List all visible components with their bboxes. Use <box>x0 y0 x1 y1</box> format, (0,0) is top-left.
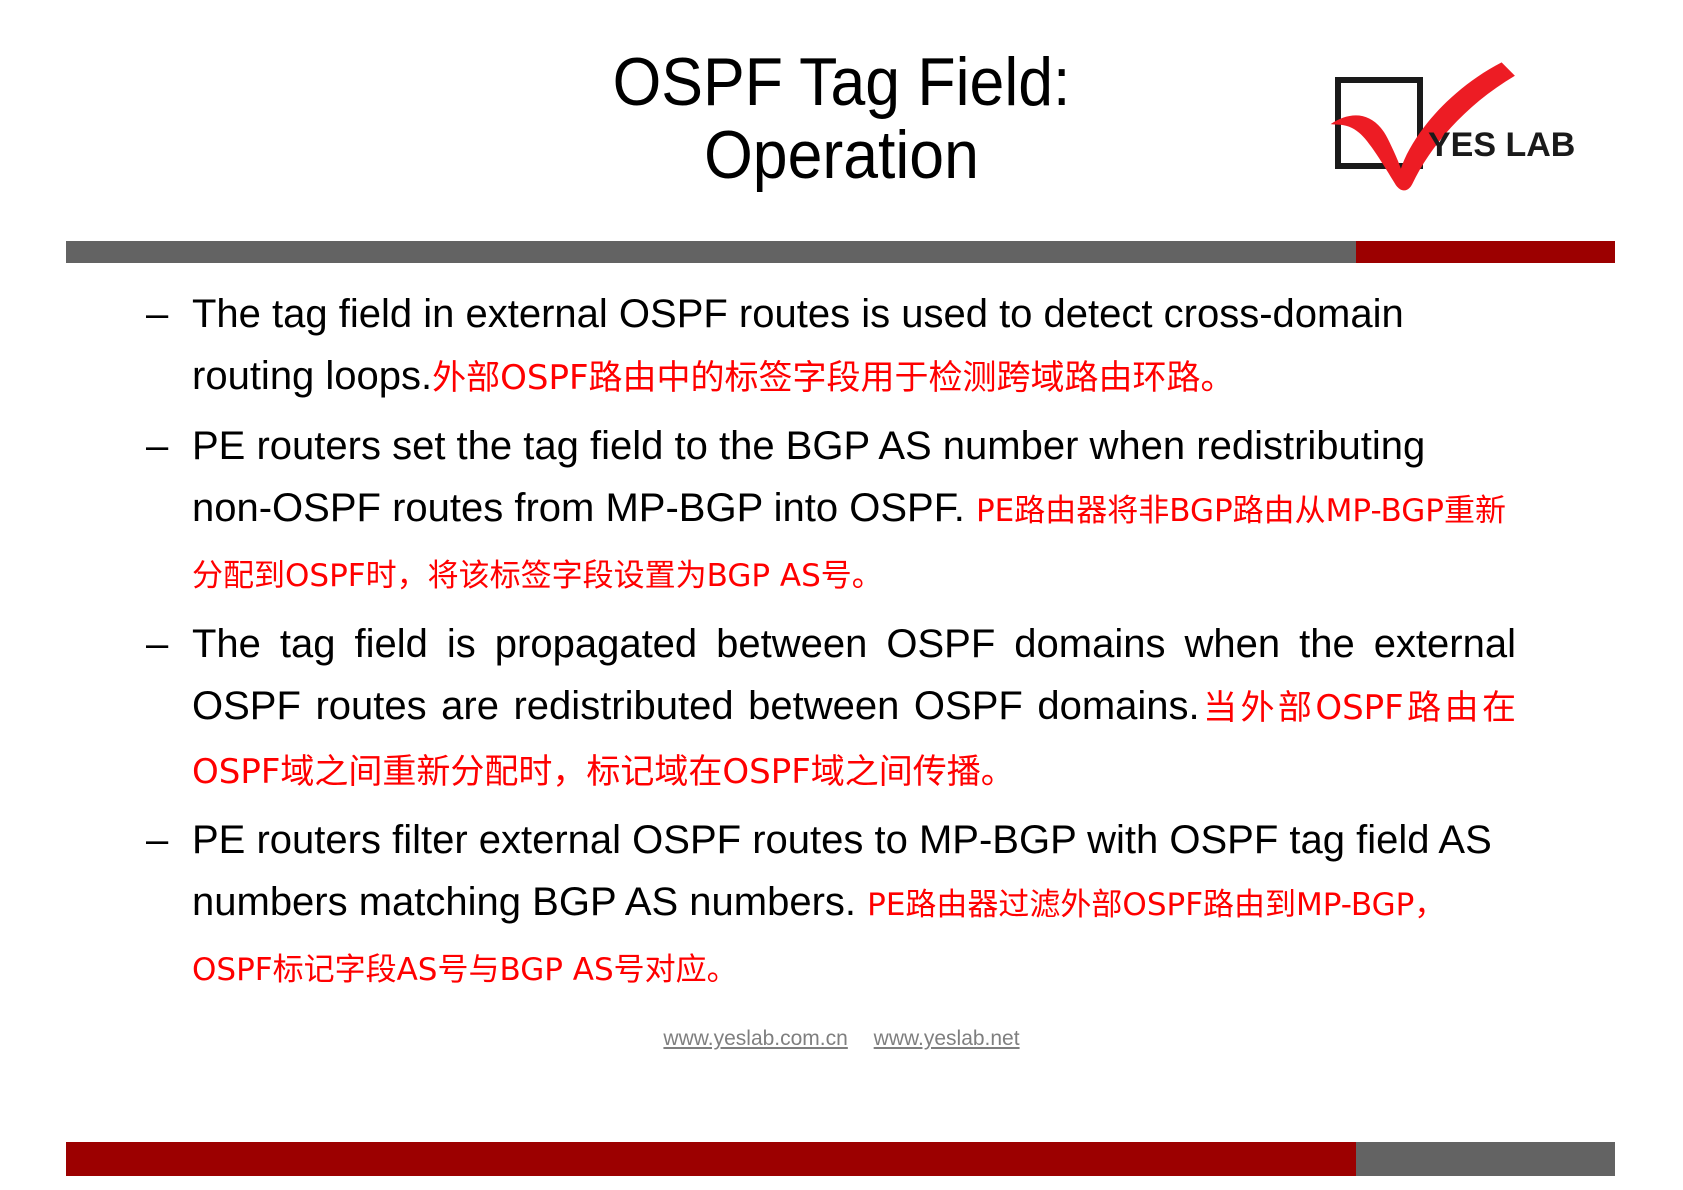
footer-divider-red <box>66 1142 1356 1176</box>
bullet-text: The tag field is propagated between OSPF… <box>192 613 1516 803</box>
bullet-marker: – <box>146 622 169 666</box>
bullet-item-3: – The tag field is propagated between OS… <box>146 613 1516 803</box>
footer-divider <box>66 1142 1615 1176</box>
bullet-item-2: – PE routers set the tag field to the BG… <box>146 415 1516 607</box>
bullet-marker: – <box>146 818 169 862</box>
bullet-item-4: – PE routers filter external OSPF routes… <box>146 809 1516 1001</box>
bullet-text: PE routers filter external OSPF routes t… <box>192 809 1516 1001</box>
header-divider-red <box>1356 241 1615 263</box>
logo-text: YES LAB <box>1428 126 1575 164</box>
footer-divider-gray <box>1356 1142 1615 1176</box>
footer-link-yeslab-net[interactable]: www.yeslab.net <box>874 1027 1020 1050</box>
yes-lab-logo: YES LAB <box>1320 58 1620 233</box>
bullet-text-cn: 外部OSPF路由中的标签字段用于检测跨域路由环路。 <box>432 358 1235 398</box>
footer-links: www.yeslab.com.cn www.yeslab.net <box>0 1027 1683 1051</box>
bullet-marker: – <box>146 292 169 336</box>
bullet-text: PE routers set the tag field to the BGP … <box>192 415 1516 607</box>
header-divider-gray <box>66 241 1356 263</box>
footer-link-yeslab-com-cn[interactable]: www.yeslab.com.cn <box>663 1027 847 1050</box>
bullet-item-1: – The tag field in external OSPF routes … <box>146 283 1516 409</box>
bullet-text: The tag field in external OSPF routes is… <box>192 283 1516 409</box>
bullet-marker: – <box>146 424 169 468</box>
bullet-list: – The tag field in external OSPF routes … <box>146 283 1516 1007</box>
header-divider <box>66 241 1615 263</box>
